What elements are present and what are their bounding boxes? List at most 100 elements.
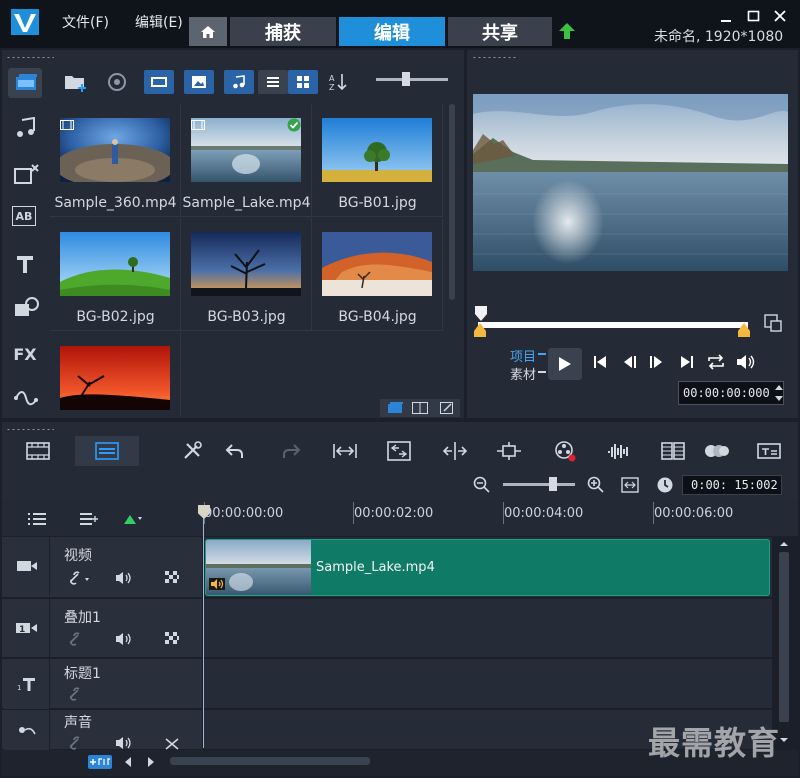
close-icon[interactable] — [770, 8, 790, 24]
horizontal-scroll-thumb[interactable] — [170, 757, 370, 765]
enlarge-preview-icon[interactable] — [764, 314, 782, 332]
panel-grip[interactable] — [472, 56, 516, 59]
library-item[interactable] — [50, 332, 181, 416]
add-remove-chapter-icon[interactable] — [79, 512, 99, 526]
sort-az-icon[interactable]: AZ — [328, 72, 348, 92]
import-capture-icon[interactable] — [106, 72, 128, 92]
filter-audio-button[interactable] — [224, 70, 254, 94]
panel-layout-icon[interactable] — [412, 402, 428, 414]
upload-icon[interactable] — [558, 22, 576, 40]
go-to-end-icon[interactable] — [679, 354, 695, 370]
menu-file[interactable]: 文件(F) — [62, 12, 109, 32]
home-button[interactable] — [189, 17, 227, 46]
auto-music-icon[interactable] — [660, 440, 686, 462]
ripple-edit-icon[interactable] — [122, 512, 144, 526]
add-track-icon[interactable] — [88, 755, 112, 769]
track-manager-icon[interactable] — [386, 440, 412, 462]
track-mute-icon[interactable] — [115, 571, 133, 585]
maximize-icon[interactable] — [743, 8, 763, 24]
tools-icon[interactable] — [180, 440, 206, 462]
mode-clip[interactable]: 素材 — [510, 364, 536, 383]
thumbnail-size-slider[interactable] — [376, 78, 448, 81]
previous-frame-icon[interactable] — [622, 354, 638, 370]
record-capture-icon[interactable] — [552, 440, 578, 462]
track-header-video[interactable]: 视频 — [2, 537, 202, 598]
sound-mixer-icon[interactable] — [606, 440, 632, 462]
track-header-title[interactable]: 1 标题1 — [2, 659, 202, 709]
tab-edit[interactable]: 编辑 — [339, 17, 445, 46]
multi-trim-icon[interactable] — [496, 440, 522, 462]
next-frame-icon[interactable] — [648, 354, 664, 370]
thumbnail-view-button[interactable] — [288, 70, 318, 94]
library-item[interactable]: BG-B02.jpg — [50, 218, 181, 331]
panel-grip[interactable] — [6, 428, 54, 431]
track-option-icon[interactable] — [165, 738, 179, 750]
menu-edit[interactable]: 编辑(E) — [135, 12, 183, 32]
library-item[interactable]: BG-B03.jpg — [181, 218, 312, 331]
filter-video-button[interactable] — [144, 70, 174, 94]
link-icon[interactable] — [68, 736, 82, 750]
timecode-stepper-icon[interactable] — [774, 382, 784, 404]
preview-timecode[interactable]: 00:00:00:000 — [678, 381, 784, 405]
play-button[interactable] — [548, 348, 582, 380]
track-manager-small-icon[interactable] — [27, 512, 47, 526]
text-t-icon[interactable] — [15, 254, 35, 274]
split-clip-icon[interactable] — [442, 440, 468, 462]
zoom-in-icon[interactable] — [587, 476, 605, 494]
scrubber-handle[interactable] — [474, 306, 488, 322]
thumbnail-size-thumb[interactable] — [402, 72, 410, 86]
track-transparency-icon[interactable] — [165, 632, 179, 646]
track-transparency-icon[interactable] — [165, 571, 179, 585]
media-library-icon[interactable] — [386, 402, 404, 414]
zoom-slider-thumb[interactable] — [549, 477, 557, 491]
filter-photo-button[interactable] — [184, 70, 214, 94]
track-lane-overlay[interactable] — [204, 599, 772, 658]
graphics-icon[interactable] — [14, 296, 40, 318]
library-scrollbar[interactable] — [449, 104, 455, 300]
edit-icon[interactable] — [440, 402, 454, 414]
mode-project[interactable]: 项目 — [510, 346, 536, 365]
track-mute-icon[interactable] — [115, 632, 133, 646]
library-item[interactable]: Sample_360.mp4 — [50, 104, 181, 217]
transition-icon[interactable] — [14, 163, 40, 185]
playhead-line[interactable] — [203, 518, 204, 748]
tab-capture[interactable]: 捕获 — [230, 17, 336, 46]
undo-icon[interactable] — [222, 440, 248, 462]
music-note-icon[interactable] — [14, 117, 38, 139]
link-icon[interactable] — [68, 687, 82, 701]
list-view-button[interactable] — [258, 70, 288, 94]
zoom-out-icon[interactable] — [473, 476, 491, 494]
scrubber-track[interactable] — [478, 322, 748, 328]
track-mute-icon[interactable] — [115, 736, 133, 750]
timeline-view-button[interactable] — [75, 436, 139, 466]
redo-icon[interactable] — [278, 440, 304, 462]
add-folder-icon[interactable] — [64, 72, 88, 92]
video-clip[interactable]: Sample_Lake.mp4 — [205, 539, 770, 596]
motion-tracking-icon[interactable] — [704, 440, 730, 462]
trim-in-marker[interactable] — [474, 323, 486, 337]
track-header-voice[interactable]: 声音 — [2, 710, 202, 750]
scroll-right-icon[interactable] — [147, 756, 155, 768]
subtitle-editor-icon[interactable] — [756, 440, 782, 462]
title-text-icon[interactable]: AB — [12, 206, 36, 226]
link-icon[interactable] — [68, 571, 92, 585]
storyboard-view-button[interactable] — [16, 436, 60, 466]
scroll-left-icon[interactable] — [124, 756, 132, 768]
panel-grip[interactable] — [6, 56, 54, 59]
link-icon[interactable] — [68, 632, 82, 646]
trim-out-marker[interactable] — [738, 323, 750, 337]
motion-path-icon[interactable] — [14, 388, 38, 408]
zoom-slider[interactable] — [503, 483, 575, 486]
time-ruler[interactable]: 00:00:00:00 00:00:02:00 00:00:04:00 00:0… — [204, 502, 772, 526]
fit-project-icon[interactable] — [621, 477, 639, 493]
fx-filter-icon[interactable]: FX — [12, 343, 38, 365]
library-item[interactable]: BG-B04.jpg — [312, 218, 443, 331]
minimize-icon[interactable] — [716, 8, 736, 24]
track-lane-title[interactable] — [204, 659, 772, 709]
library-item[interactable]: BG-B01.jpg — [312, 104, 443, 217]
repeat-icon[interactable] — [706, 354, 726, 370]
fit-to-window-icon[interactable] — [332, 440, 358, 462]
tab-share[interactable]: 共享 — [448, 17, 552, 46]
library-item[interactable]: Sample_Lake.mp4 — [181, 104, 312, 217]
volume-icon[interactable] — [736, 354, 756, 370]
